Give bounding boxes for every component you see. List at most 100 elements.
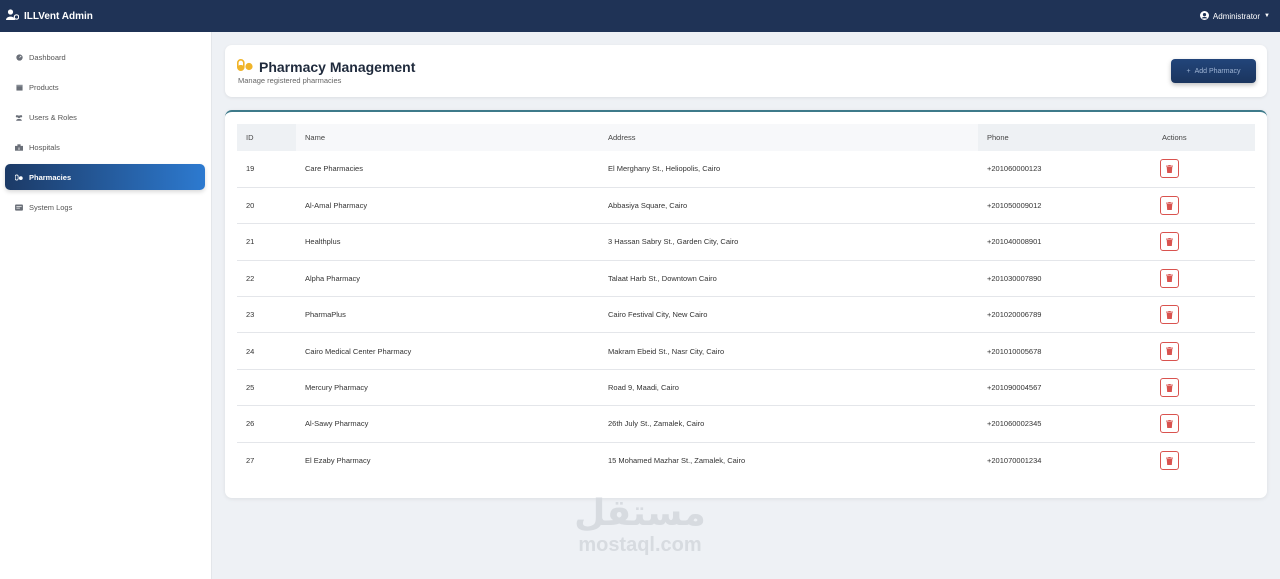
sidebar-item-label: Products bbox=[29, 82, 59, 92]
cell-address: 15 Mohamed Mazhar St., Zamalek, Cairo bbox=[608, 456, 746, 466]
delete-button[interactable] bbox=[1160, 414, 1179, 434]
sidebar-item-label: Pharmacies bbox=[29, 172, 72, 182]
table-row: 26 Al-Sawy Pharmacy 26th July St., Zamalek… bbox=[237, 405, 1255, 443]
cell-id: 27 bbox=[246, 456, 255, 466]
sidebar-item-label: Dashboard bbox=[29, 52, 66, 62]
cell-id: 23 bbox=[237, 296, 296, 334]
table-row: 23 PharmaPlus Cairo Festival City, New Cai… bbox=[237, 296, 1255, 334]
dashboard-icon bbox=[15, 53, 23, 61]
cell-actions bbox=[1153, 296, 1255, 334]
cell-id: 20 bbox=[237, 187, 296, 225]
cell-phone: +201090004567 bbox=[978, 369, 1153, 407]
column-header-address[interactable]: Address bbox=[599, 124, 978, 151]
delete-button[interactable] bbox=[1160, 196, 1179, 216]
cell-address: Road 9, Maadi, Cairo bbox=[599, 369, 978, 407]
table-row: 20 Al-Amal Pharmacy Abbasiya Square, Cairo… bbox=[237, 187, 1255, 225]
cell-address: Abbasiya Square, Cairo bbox=[599, 187, 978, 225]
caret-down-icon: ▼ bbox=[1264, 13, 1270, 19]
delete-button[interactable] bbox=[1160, 305, 1179, 325]
cell-name: Cairo Medical Center Pharmacy bbox=[296, 332, 599, 370]
delete-button[interactable] bbox=[1160, 159, 1179, 179]
sidebar-item-label: Hospitals bbox=[29, 142, 60, 152]
user-gear-icon bbox=[6, 9, 20, 23]
watermark-latin: mostaql.com bbox=[578, 534, 702, 556]
column-header-phone[interactable]: Phone bbox=[978, 124, 1153, 151]
sidebar-item-products[interactable]: Products bbox=[5, 74, 205, 100]
delete-button[interactable] bbox=[1160, 451, 1179, 471]
cell-address: El Merghany St., Heliopolis, Cairo bbox=[599, 151, 978, 188]
cell-address: Talaat Harb St., Downtown Cairo bbox=[599, 260, 978, 298]
trash-icon bbox=[1166, 237, 1173, 246]
cell-name: Al-Sawy Pharmacy bbox=[296, 405, 599, 443]
cell-actions bbox=[1153, 442, 1255, 478]
cell-name: Alpha Pharmacy bbox=[296, 260, 599, 298]
table-header-row: ID Name Address Phone Actions bbox=[237, 124, 1255, 151]
cell-phone: +201020006789 bbox=[978, 296, 1153, 334]
pharmacies-table-card: ID Name Address Phone Actions 19 Care Pha… bbox=[225, 110, 1267, 498]
page-subtitle: Manage registered pharmacies bbox=[238, 76, 342, 85]
column-header-name[interactable]: Name bbox=[296, 124, 599, 151]
table-row: 25 Mercury Pharmacy Road 9, Maadi, Cairo +2… bbox=[237, 369, 1255, 407]
sidebar-item-dashboard[interactable]: Dashboard bbox=[5, 44, 205, 70]
sidebar-item-users-roles[interactable]: Users & Roles bbox=[5, 104, 205, 130]
delete-button[interactable] bbox=[1160, 232, 1179, 252]
cell-name: Mercury Pharmacy bbox=[296, 369, 599, 407]
cell-phone: +201040008901 bbox=[978, 223, 1153, 261]
brand[interactable]: ILLVent Admin bbox=[6, 9, 93, 23]
trash-icon bbox=[1166, 310, 1173, 319]
sidebar-item-label: System Logs bbox=[29, 202, 73, 212]
trash-icon bbox=[1166, 164, 1173, 173]
sidebar-item-label: Users & Roles bbox=[29, 112, 77, 122]
sidebar: Dashboard Products Users & Roles Hospita… bbox=[0, 32, 212, 579]
cell-name: El Ezaby Pharmacy bbox=[305, 456, 371, 466]
cell-id: 19 bbox=[237, 151, 296, 188]
cell-phone: +201060000123 bbox=[978, 151, 1153, 188]
delete-button[interactable] bbox=[1160, 341, 1179, 361]
cell-actions bbox=[1153, 151, 1255, 188]
cell-address: 26th July St., Zamalek, Cairo bbox=[599, 405, 978, 443]
table-row: 21 Healthplus 3 Hassan Sabry St., Garden C… bbox=[237, 223, 1255, 261]
cell-actions bbox=[1153, 369, 1255, 407]
cell-id: 24 bbox=[237, 332, 296, 370]
trash-icon bbox=[1166, 419, 1173, 428]
cell-name: Care Pharmacies bbox=[296, 151, 599, 188]
column-header-id[interactable]: ID bbox=[237, 124, 296, 151]
table-row: 22 Alpha Pharmacy Talaat Harb St., Downtow… bbox=[237, 260, 1255, 298]
add-pharmacy-button[interactable]: + Add Pharmacy bbox=[1171, 59, 1256, 83]
delete-button[interactable] bbox=[1160, 378, 1179, 398]
trash-icon bbox=[1166, 201, 1173, 210]
cell-phone: +201010005678 bbox=[978, 332, 1153, 370]
user-circle-icon bbox=[1199, 10, 1209, 22]
trash-icon bbox=[1166, 347, 1173, 356]
trash-icon bbox=[1166, 274, 1173, 283]
cell-actions bbox=[1153, 405, 1255, 443]
user-menu[interactable]: Administrator ▼ bbox=[1199, 10, 1270, 22]
cell-address: Makram Ebeid St., Nasr City, Cairo bbox=[599, 332, 978, 370]
logs-icon bbox=[15, 203, 23, 211]
cell-address: Cairo Festival City, New Cairo bbox=[599, 296, 978, 334]
sidebar-item-pharmacies[interactable]: Pharmacies bbox=[5, 164, 205, 190]
sidebar-item-system-logs[interactable]: System Logs bbox=[5, 194, 205, 220]
cell-actions bbox=[1153, 223, 1255, 261]
pills-icon bbox=[15, 173, 23, 181]
top-navbar: ILLVent Admin Administrator ▼ bbox=[0, 0, 1280, 32]
trash-icon bbox=[1166, 456, 1173, 465]
hospital-icon bbox=[15, 143, 23, 151]
pharmacies-table: ID Name Address Phone Actions 19 Care Pha… bbox=[237, 124, 1255, 479]
watermark: مستقل mostaql.com bbox=[555, 493, 725, 557]
plus-icon: + bbox=[1186, 67, 1191, 75]
cell-phone: +201070001234 bbox=[987, 456, 1042, 466]
cell-actions bbox=[1153, 332, 1255, 370]
cell-name: Healthplus bbox=[296, 223, 599, 261]
cell-id: 22 bbox=[237, 260, 296, 298]
sidebar-item-hospitals[interactable]: Hospitals bbox=[5, 134, 205, 160]
delete-button[interactable] bbox=[1160, 268, 1179, 288]
watermark-arabic: مستقل bbox=[574, 493, 706, 534]
cell-phone: +201050009012 bbox=[978, 187, 1153, 225]
cell-name: Al-Amal Pharmacy bbox=[296, 187, 599, 225]
box-icon bbox=[15, 83, 23, 91]
pills-icon bbox=[237, 58, 253, 76]
cell-id: 21 bbox=[237, 223, 296, 261]
table-row: 19 Care Pharmacies El Merghany St., Heliop… bbox=[237, 151, 1255, 188]
cell-id: 25 bbox=[237, 369, 296, 407]
